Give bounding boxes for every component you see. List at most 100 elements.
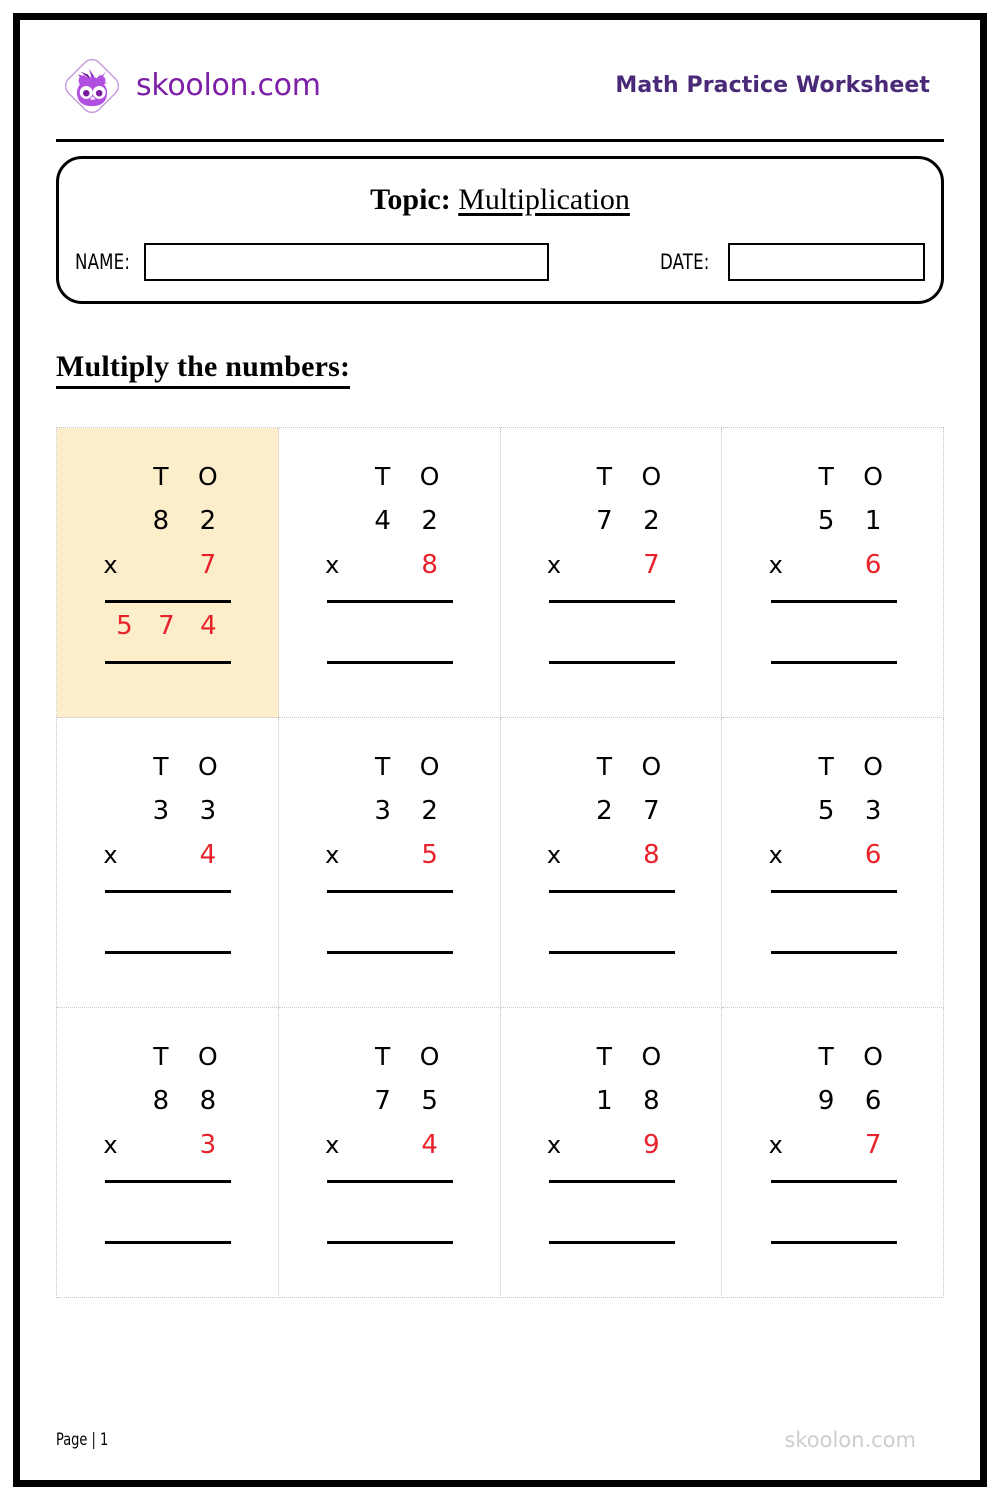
multiplicand-tens: 2 <box>596 796 613 826</box>
multiplication-sum: TO72x7 <box>547 462 675 664</box>
worksheet-type-title: Math Practice Worksheet <box>615 73 930 98</box>
multiplicand-ones: 5 <box>421 1086 438 1116</box>
multiplicand-ones: 1 <box>864 506 882 536</box>
problem-cell[interactable]: TO53x6 <box>722 718 944 1008</box>
place-value-header: TO <box>547 1042 675 1086</box>
answer-digit[interactable]: 7 <box>145 611 187 641</box>
place-value-header: TO <box>103 462 231 506</box>
multiplier-ones: 7 <box>864 1130 882 1160</box>
problem-cell[interactable]: TO51x6 <box>722 428 944 718</box>
multiplicand-tens: 3 <box>152 796 170 826</box>
place-value-header: TO <box>325 752 453 796</box>
tens-header: T <box>818 462 834 491</box>
answer-row[interactable] <box>103 1183 231 1235</box>
place-value-header: TO <box>325 1042 453 1086</box>
place-value-header: TO <box>547 462 675 506</box>
sum-rule-bottom <box>770 951 897 954</box>
ones-header: O <box>863 752 883 781</box>
multiplicand-tens: 5 <box>817 506 835 536</box>
answer-row[interactable] <box>325 603 453 655</box>
problem-cell[interactable]: TO82x7574 <box>57 428 279 718</box>
sum-rule-bottom <box>327 1241 454 1244</box>
answer-row[interactable]: 574 <box>103 603 231 655</box>
header-divider <box>56 139 944 142</box>
sum-rule-bottom <box>327 951 454 954</box>
multiply-operator: x <box>546 551 562 579</box>
tens-header: T <box>596 1042 613 1071</box>
brand-name: skoolon.com <box>136 68 321 103</box>
ones-header: O <box>419 1042 440 1071</box>
multiplicand-row: 82 <box>103 506 231 550</box>
problem-cell[interactable]: TO18x9 <box>500 1008 723 1298</box>
multiply-operator: x <box>546 1131 562 1159</box>
multiplicand-tens: 5 <box>817 796 835 826</box>
problem-cell[interactable]: TO27x8 <box>500 718 723 1008</box>
problem-cell[interactable]: TO88x3 <box>57 1008 279 1298</box>
multiplier-ones: 7 <box>199 550 217 580</box>
multiply-operator: x <box>103 551 118 579</box>
multiplicand-row: 88 <box>103 1086 231 1130</box>
tens-header: T <box>818 1042 834 1071</box>
multiplicand-tens: 3 <box>374 796 391 826</box>
multiplier-row: x8 <box>325 550 453 594</box>
page-header: skoolon.com Math Practice Worksheet <box>56 20 944 133</box>
multiplicand-ones: 3 <box>864 796 882 826</box>
multiplier-ones: 7 <box>643 550 660 580</box>
answer-row[interactable] <box>769 603 897 655</box>
multiplier-ones: 5 <box>421 840 438 870</box>
multiplicand-ones: 2 <box>643 506 660 536</box>
answer-row[interactable] <box>547 893 675 945</box>
answer-row[interactable] <box>547 1183 675 1235</box>
multiplication-sum: TO33x4 <box>103 752 232 954</box>
multiplicand-ones: 3 <box>199 796 217 826</box>
tens-header: T <box>153 462 169 491</box>
problem-cell[interactable]: TO96x7 <box>722 1008 944 1298</box>
answer-row[interactable] <box>769 1183 897 1235</box>
multiplication-sum: TO75x4 <box>325 1042 454 1244</box>
sum-rule-bottom <box>548 1241 675 1244</box>
multiplier-row: x7 <box>769 1130 897 1174</box>
multiplicand-row: 32 <box>325 796 453 840</box>
answer-row[interactable] <box>325 893 453 945</box>
problem-cell[interactable]: TO42x8 <box>278 428 501 718</box>
answer-digit[interactable]: 4 <box>187 611 229 641</box>
multiplicand-row: 51 <box>769 506 897 550</box>
problem-cell[interactable]: TO33x4 <box>57 718 279 1008</box>
multiplication-sum: TO96x7 <box>769 1042 897 1244</box>
problem-cell[interactable]: TO75x4 <box>278 1008 501 1298</box>
multiply-operator: x <box>768 551 783 579</box>
place-value-header: TO <box>769 462 897 506</box>
multiply-operator: x <box>103 841 118 869</box>
multiplier-ones: 8 <box>421 550 438 580</box>
sum-rule-bottom <box>548 951 675 954</box>
student-fields-row: NAME: DATE: <box>59 243 941 281</box>
answer-digit[interactable]: 5 <box>103 611 145 641</box>
multiplier-row: x6 <box>769 840 897 884</box>
multiplicand-ones: 8 <box>199 1086 217 1116</box>
answer-row[interactable] <box>325 1183 453 1235</box>
multiply-operator: x <box>325 1131 340 1159</box>
multiplication-sum: TO42x8 <box>325 462 454 664</box>
multiplicand-ones: 7 <box>643 796 660 826</box>
multiplicand-ones: 6 <box>864 1086 882 1116</box>
place-value-header: TO <box>769 1042 897 1086</box>
sum-rule-bottom <box>770 661 897 664</box>
problem-cell[interactable]: TO72x7 <box>500 428 723 718</box>
answer-row[interactable] <box>547 603 675 655</box>
tens-header: T <box>596 462 613 491</box>
answer-row[interactable] <box>769 893 897 945</box>
multiplier-row: x4 <box>325 1130 453 1174</box>
answer-row[interactable] <box>103 893 231 945</box>
multiply-operator: x <box>768 841 783 869</box>
multiplicand-row: 72 <box>547 506 675 550</box>
sum-rule-bottom <box>105 1241 232 1244</box>
multiplier-row: x7 <box>547 550 675 594</box>
ones-header: O <box>641 1042 662 1071</box>
worksheet-page: skoolon.com Math Practice Worksheet Topi… <box>13 13 987 1487</box>
problem-cell[interactable]: TO32x5 <box>278 718 501 1008</box>
multiplicand-row: 96 <box>769 1086 897 1130</box>
multiplication-sum: TO82x7574 <box>103 462 232 664</box>
name-input[interactable] <box>143 243 549 281</box>
multiplier-ones: 3 <box>199 1130 217 1160</box>
date-input[interactable] <box>728 243 925 281</box>
